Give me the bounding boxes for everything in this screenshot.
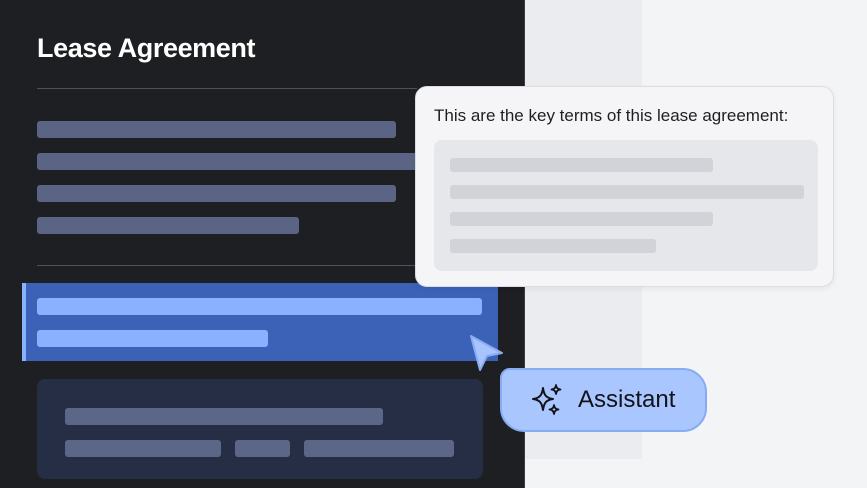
summary-heading: This are the key terms of this lease agr… [434, 106, 789, 125]
document-title: Lease Agreement [37, 33, 256, 63]
clause-chip-3 [304, 440, 454, 457]
summary-line-1 [450, 158, 713, 172]
text-line-1 [37, 121, 396, 138]
clause-line-1 [65, 408, 383, 425]
section-divider [37, 265, 423, 266]
assistant-button-label: Assistant [578, 386, 676, 413]
selected-line-2 [37, 330, 268, 347]
title-divider [37, 88, 417, 89]
clause-chip-1 [65, 440, 221, 457]
sparkles-icon [532, 384, 562, 415]
pointer-cursor-icon [470, 335, 503, 371]
summary-line-3 [450, 212, 713, 226]
summary-popover: This are the key terms of this lease agr… [415, 86, 834, 287]
clause-card [37, 379, 483, 479]
text-line-2 [37, 153, 420, 170]
summary-line-4 [450, 239, 656, 253]
selected-paragraph[interactable] [22, 283, 498, 361]
text-line-3 [37, 185, 396, 202]
clause-chip-2 [235, 440, 290, 457]
summary-line-2 [450, 185, 804, 199]
selected-line-1 [37, 298, 482, 315]
summary-content [434, 140, 818, 271]
assistant-button[interactable]: Assistant [500, 368, 707, 432]
text-line-4 [37, 217, 299, 234]
